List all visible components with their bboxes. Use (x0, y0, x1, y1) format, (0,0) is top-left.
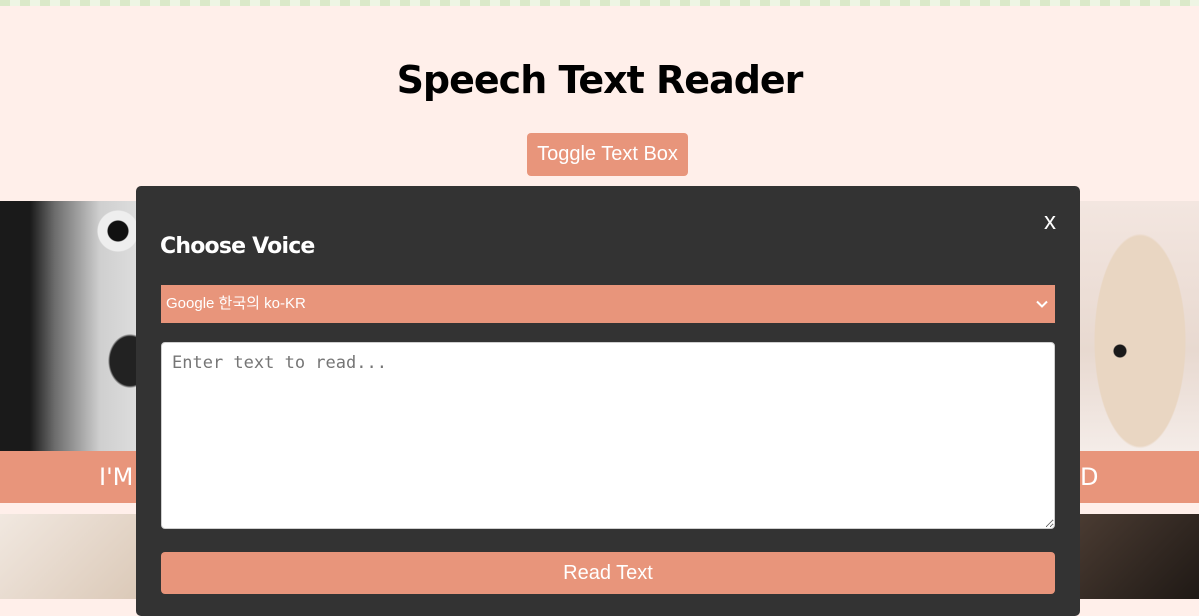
close-button[interactable]: x (1044, 208, 1056, 236)
read-text-button[interactable]: Read Text (161, 552, 1055, 594)
card-bottom-right[interactable] (1080, 514, 1199, 599)
card-teddy-bear[interactable]: D (1080, 201, 1199, 503)
chevron-down-icon (1036, 300, 1048, 308)
text-input[interactable] (161, 342, 1055, 529)
toggle-text-box-button[interactable]: Toggle Text Box (527, 133, 688, 176)
choose-voice-heading: Choose Voice (160, 234, 315, 259)
top-decorative-strip (0, 0, 1199, 6)
text-box-modal: x Choose Voice Google 한국의 ko-KR Read Tex… (136, 186, 1080, 616)
teddy-bear-photo (1080, 201, 1199, 451)
voice-select-value: Google 한국의 ko-KR (166, 295, 306, 312)
voice-select[interactable]: Google 한국의 ko-KR (161, 285, 1055, 323)
card-label: D (1080, 451, 1199, 503)
page-title: Speech Text Reader (396, 58, 804, 102)
